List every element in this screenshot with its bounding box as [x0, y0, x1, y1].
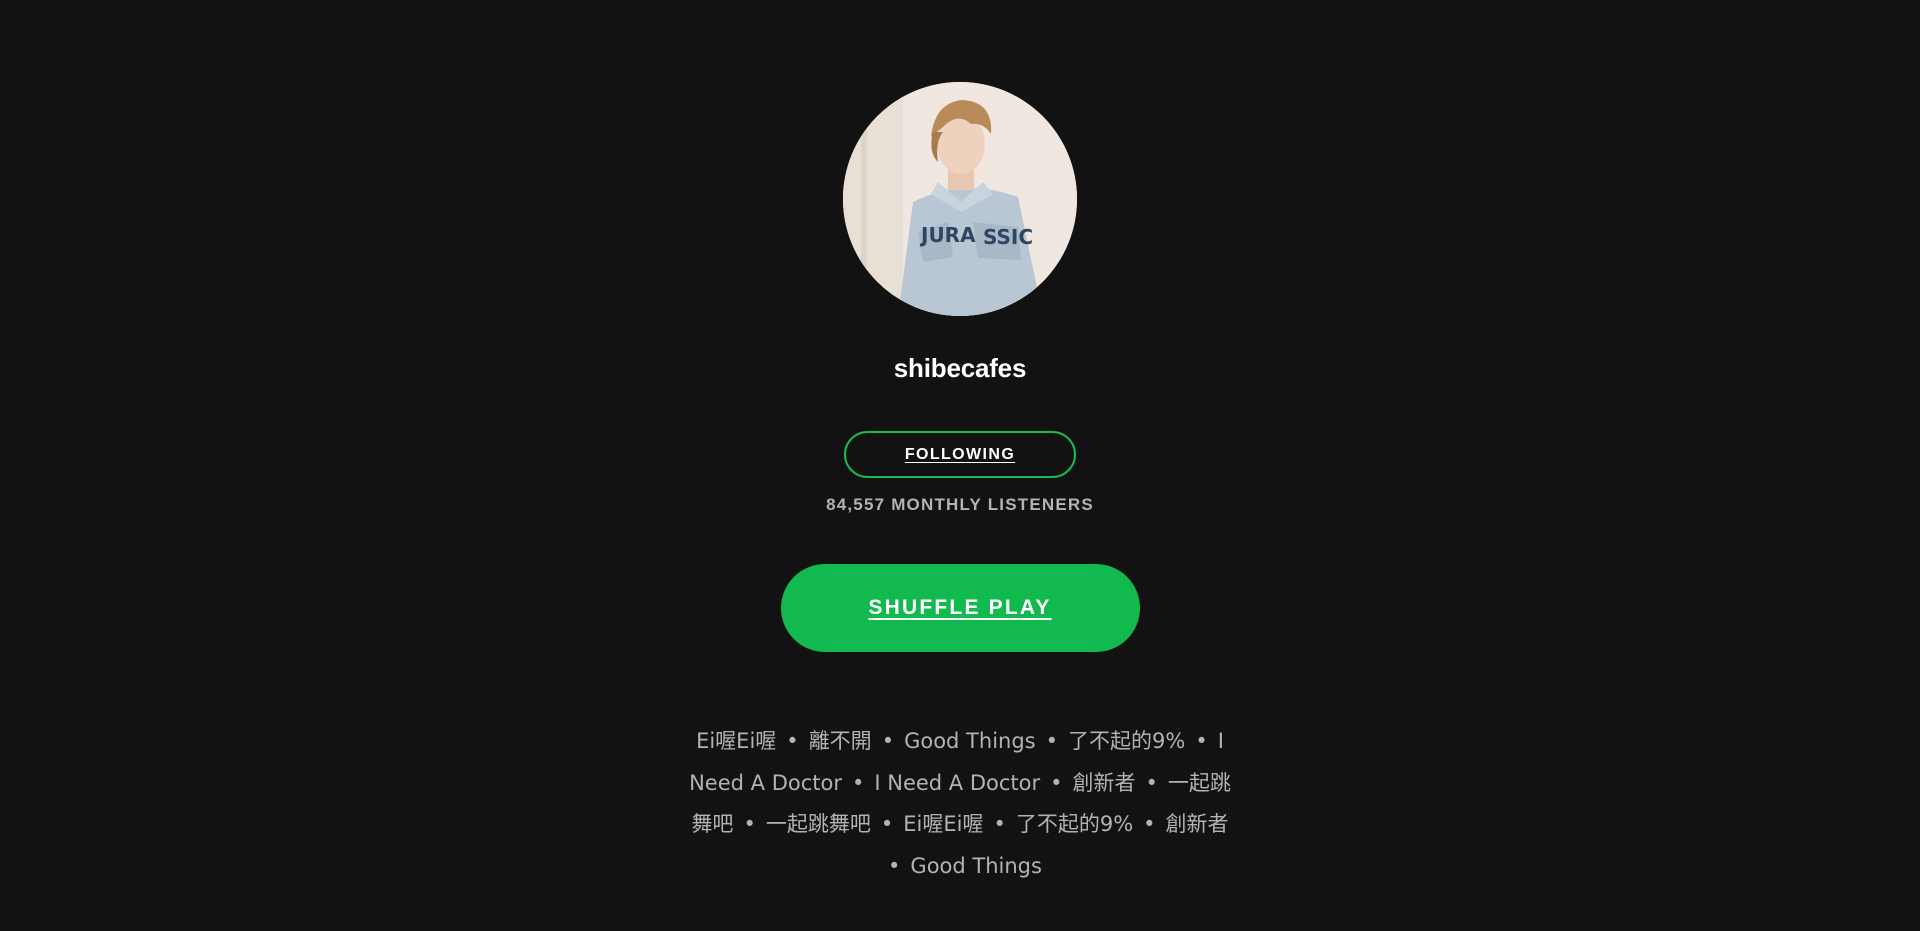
svg-text:SSIC: SSIC [983, 225, 1033, 249]
track-link[interactable]: 離不開 [809, 729, 872, 753]
artist-page: JURA SSIC shibecafes FOLLOWING 84,557 MO… [0, 0, 1920, 931]
track-separator: • [1143, 812, 1156, 836]
track-link[interactable]: 了不起的9% [1016, 812, 1133, 836]
track-link[interactable]: Ei喔Ei喔 [903, 812, 983, 836]
track-link[interactable]: Ei喔Ei喔 [696, 729, 776, 753]
track-separator: • [1045, 729, 1058, 753]
track-separator: • [1195, 729, 1208, 753]
monthly-listeners: 84,557 MONTHLY LISTENERS [826, 495, 1094, 514]
track-separator: • [743, 812, 756, 836]
track-link[interactable]: Good Things [904, 729, 1036, 753]
track-separator: • [993, 812, 1006, 836]
track-separator: • [1145, 770, 1158, 795]
following-button[interactable]: FOLLOWING [844, 431, 1076, 478]
svg-text:JURA: JURA [919, 223, 976, 247]
track-link[interactable]: Good Things [910, 854, 1042, 878]
artist-name: shibecafes [893, 353, 1027, 383]
track-separator: • [851, 770, 865, 795]
track-separator: • [881, 729, 895, 753]
track-separator: • [786, 729, 799, 753]
track-separator: • [1050, 770, 1063, 795]
track-link[interactable]: 創新者 [1073, 771, 1136, 795]
avatar-image: JURA SSIC [843, 82, 1077, 316]
track-link[interactable]: I Need A Doctor [874, 771, 1040, 795]
track-separator: • [888, 853, 901, 878]
avatar: JURA SSIC [843, 82, 1077, 316]
track-link[interactable]: 創新者 [1166, 812, 1229, 836]
track-separator: • [880, 812, 894, 836]
track-link[interactable]: 一起跳舞吧 [766, 812, 871, 836]
shuffle-play-button[interactable]: SHUFFLE PLAY [780, 564, 1140, 652]
track-list: Ei喔Ei喔 • 離不開 • Good Things • 了不起的9% • I Need A D… [680, 721, 1240, 887]
track-link[interactable]: 了不起的9% [1068, 729, 1185, 753]
